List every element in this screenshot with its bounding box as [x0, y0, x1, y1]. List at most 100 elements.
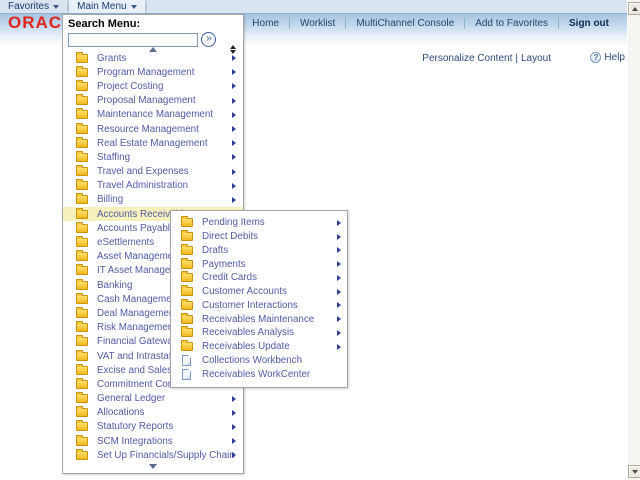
submenu-item[interactable]: Receivables Update [171, 340, 347, 354]
submenu-arrow-icon [337, 247, 341, 253]
submenu-item[interactable]: Collections Workbench [171, 354, 347, 368]
accounts-receivable-submenu: Pending Items Direct Debits Drafts [170, 210, 348, 388]
scrollbar-up-button[interactable] [628, 2, 640, 15]
submenu-arrow-icon [232, 55, 236, 61]
menu-item-label: VAT and Intrastat [97, 351, 172, 362]
submenu-item[interactable]: Receivables WorkCenter [171, 367, 347, 381]
submenu-item-label: Receivables Update [202, 341, 290, 352]
menu-item[interactable]: SCM Integrations [63, 434, 243, 448]
menu-item[interactable]: Resource Management [63, 122, 243, 136]
menu-item[interactable]: Set Up Financials/Supply Chain [63, 448, 243, 462]
scrollbar-down-button[interactable] [628, 465, 640, 478]
nav-link[interactable]: Add to Favorites [464, 18, 558, 29]
folder-icon [76, 323, 88, 332]
scroll-down-icon [149, 464, 157, 469]
personalize-divider: | [512, 53, 521, 64]
search-menu-label: Search Menu: [68, 18, 238, 30]
vertical-scrollbar[interactable] [627, 0, 640, 480]
folder-icon [181, 232, 193, 241]
menu-item-label: eSettlements [97, 237, 154, 248]
submenu-item-label: Customer Accounts [202, 286, 287, 297]
menu-item[interactable]: Grants [63, 51, 243, 65]
menu-item-label: Set Up Financials/Supply Chain [97, 450, 235, 461]
nav-link[interactable]: MultiChannel Console [345, 18, 464, 29]
menu-item[interactable]: Allocations [63, 406, 243, 420]
submenu-item[interactable]: Customer Accounts [171, 285, 347, 299]
menu-item[interactable]: General Ledger [63, 392, 243, 406]
submenu-arrow-icon [337, 330, 341, 336]
search-go-button[interactable]: » [201, 32, 216, 47]
menu-item[interactable]: Project Costing [63, 79, 243, 93]
submenu-arrow-icon [232, 424, 236, 430]
folder-icon [76, 82, 88, 91]
folder-icon [76, 210, 88, 219]
folder-icon [181, 218, 193, 227]
menu-item[interactable]: Proposal Management [63, 94, 243, 108]
folder-icon [76, 309, 88, 318]
menu-search-area: Search Menu: » [63, 15, 243, 47]
submenu-item-label: Credit Cards [202, 272, 257, 283]
menu-item[interactable]: Program Management [63, 65, 243, 79]
menu-item[interactable]: Billing [63, 193, 243, 207]
submenu-item-label: Customer Interactions [202, 300, 298, 311]
submenu-arrow-icon [232, 140, 236, 146]
menu-item[interactable]: Real Estate Management [63, 136, 243, 150]
folder-icon [76, 224, 88, 233]
tab-favorites[interactable]: Favorites [0, 0, 67, 13]
folder-icon [181, 260, 193, 269]
submenu-arrow-icon [232, 169, 236, 175]
menu-item-label: Travel Administration [97, 180, 188, 191]
submenu-item-label: Pending Items [202, 217, 265, 228]
menu-item-label: Billing [97, 194, 123, 205]
menu-item[interactable]: Travel Administration [63, 179, 243, 193]
submenu-item[interactable]: Direct Debits [171, 230, 347, 244]
submenu-item[interactable]: Receivables Maintenance [171, 312, 347, 326]
submenu-arrow-icon [337, 220, 341, 226]
folder-icon [76, 380, 88, 389]
folder-icon [76, 366, 88, 375]
submenu-arrow-icon [232, 183, 236, 189]
menu-item-label: Deal Management [97, 308, 177, 319]
submenu-arrow-icon [232, 126, 236, 132]
folder-icon [76, 437, 88, 446]
folder-icon [181, 273, 193, 282]
folder-icon [76, 139, 88, 148]
tab-main-menu[interactable]: Main Menu [68, 0, 145, 13]
page-icon [182, 369, 191, 380]
submenu-item-label: Receivables Analysis [202, 327, 294, 338]
submenu-item[interactable]: Customer Interactions [171, 299, 347, 313]
submenu-item[interactable]: Drafts [171, 244, 347, 258]
folder-icon [181, 287, 193, 296]
menu-scroll-down[interactable] [63, 464, 243, 469]
nav-link[interactable]: Worklist [289, 18, 345, 29]
grip-up-icon [230, 45, 236, 49]
menu-item-label: Asset Management [97, 251, 181, 262]
nav-link[interactable]: Sign out [558, 18, 619, 29]
folder-icon [76, 394, 88, 403]
search-input[interactable] [68, 33, 198, 47]
submenu-list: Pending Items Direct Debits Drafts [171, 216, 347, 381]
folder-icon [76, 422, 88, 431]
menu-item-label: Real Estate Management [97, 138, 208, 149]
submenu-item[interactable]: Payments [171, 257, 347, 271]
menu-item-label: Proposal Management [97, 95, 196, 106]
submenu-item[interactable]: Credit Cards [171, 271, 347, 285]
folder-icon [76, 110, 88, 119]
layout-link[interactable]: Layout [521, 53, 551, 64]
menu-tab-bar: Favorites Main Menu [0, 0, 627, 13]
menu-item[interactable]: Statutory Reports [63, 420, 243, 434]
submenu-item[interactable]: Pending Items [171, 216, 347, 230]
submenu-item[interactable]: Receivables Analysis [171, 326, 347, 340]
menu-item[interactable]: Maintenance Management [63, 108, 243, 122]
folder-icon [76, 54, 88, 63]
help-link[interactable]: ? Help [590, 52, 625, 63]
submenu-arrow-icon [232, 452, 236, 458]
submenu-arrow-icon [232, 438, 236, 444]
submenu-item-label: Receivables Maintenance [202, 314, 314, 325]
folder-icon [76, 181, 88, 190]
nav-link[interactable]: Home [242, 18, 289, 29]
personalize-content-link[interactable]: Personalize Content [422, 53, 512, 64]
menu-item[interactable]: Travel and Expenses [63, 165, 243, 179]
submenu-arrow-icon [337, 316, 341, 322]
menu-item[interactable]: Staffing [63, 150, 243, 164]
